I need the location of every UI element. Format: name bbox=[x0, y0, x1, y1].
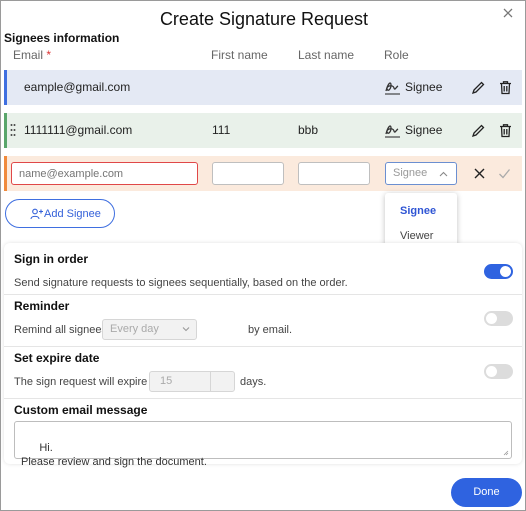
confirm-check-icon[interactable] bbox=[498, 167, 511, 180]
chevron-down-icon bbox=[182, 327, 190, 332]
toggle-knob bbox=[486, 313, 497, 324]
signee-email: eample@gmail.com bbox=[24, 80, 131, 94]
expire-days-stepper[interactable] bbox=[210, 372, 234, 391]
column-header-last-name: Last name bbox=[298, 48, 355, 62]
settings-panel: Sign in order Send signature requests to… bbox=[4, 243, 522, 468]
signee-row[interactable]: eample@gmail.com Signee bbox=[4, 70, 522, 105]
role-option-signee[interactable]: Signee bbox=[385, 197, 457, 225]
sign-in-order-title: Sign in order bbox=[14, 252, 89, 266]
reminder-suffix: by email. bbox=[248, 324, 293, 336]
reminder-toggle[interactable] bbox=[484, 311, 513, 326]
edit-icon[interactable] bbox=[471, 80, 486, 95]
row-accent-bar bbox=[4, 70, 7, 105]
toggle-knob bbox=[486, 366, 497, 377]
signee-email: 1111111@gmail.com bbox=[24, 123, 133, 137]
role-select-value: Signee bbox=[393, 167, 428, 179]
signee-last-name: bbb bbox=[298, 123, 319, 137]
sign-in-order-toggle[interactable] bbox=[484, 264, 513, 279]
row-accent-bar bbox=[4, 113, 7, 148]
custom-message-title: Custom email message bbox=[14, 403, 148, 417]
column-header-email: Email * bbox=[13, 48, 51, 62]
add-signee-button[interactable]: Add Signee bbox=[5, 199, 115, 228]
delete-icon[interactable] bbox=[498, 123, 513, 138]
role-select[interactable]: Signee bbox=[385, 162, 457, 185]
drag-handle-icon[interactable] bbox=[10, 123, 16, 137]
resize-grip-icon[interactable] bbox=[503, 450, 509, 456]
column-header-first-name: First name bbox=[211, 48, 268, 62]
custom-message-body: Hi. Please review and sign the document. bbox=[21, 442, 207, 468]
add-user-icon bbox=[30, 208, 43, 220]
column-header-role: Role bbox=[384, 48, 409, 62]
expire-toggle[interactable] bbox=[484, 364, 513, 379]
reminder-frequency-value: Every day bbox=[110, 323, 159, 335]
custom-message-textarea[interactable]: Hi. Please review and sign the document. bbox=[14, 421, 512, 468]
reminder-frequency-select[interactable]: Every day bbox=[102, 319, 197, 340]
signees-heading: Signees information bbox=[4, 31, 120, 45]
cancel-icon[interactable] bbox=[473, 167, 486, 180]
required-mark: * bbox=[46, 48, 52, 62]
add-signee-label: Add Signee bbox=[44, 208, 101, 220]
email-input[interactable] bbox=[11, 162, 198, 185]
signature-icon bbox=[385, 125, 400, 138]
expire-days-value: 15 bbox=[160, 375, 173, 387]
expire-suffix: days. bbox=[240, 376, 267, 388]
signee-role: Signee bbox=[405, 123, 443, 137]
close-icon[interactable] bbox=[501, 6, 515, 20]
signee-row[interactable]: 1111111@gmail.com 111 bbb Signee bbox=[4, 113, 522, 148]
new-signee-row: Signee bbox=[4, 156, 522, 191]
last-name-input[interactable] bbox=[298, 162, 370, 185]
toggle-knob bbox=[500, 266, 511, 277]
sign-in-order-description: Send signature requests to signees seque… bbox=[14, 277, 348, 289]
delete-icon[interactable] bbox=[498, 80, 513, 95]
reminder-title: Reminder bbox=[14, 299, 70, 313]
signature-icon bbox=[385, 82, 400, 95]
first-name-input[interactable] bbox=[212, 162, 284, 185]
signature-request-dialog: Create Signature Request Signees informa… bbox=[0, 0, 526, 511]
chevron-up-icon bbox=[439, 171, 448, 177]
reminder-prefix: Remind all signees bbox=[14, 324, 107, 336]
expire-section: Set expire date The sign request will ex… bbox=[4, 347, 522, 399]
expire-days-input[interactable]: 15 bbox=[149, 371, 235, 392]
sign-in-order-section: Sign in order Send signature requests to… bbox=[4, 243, 522, 295]
signee-role: Signee bbox=[405, 80, 443, 94]
row-accent-bar bbox=[4, 156, 7, 191]
done-button[interactable]: Done bbox=[451, 478, 522, 507]
expire-title: Set expire date bbox=[14, 351, 100, 365]
edit-icon[interactable] bbox=[471, 123, 486, 138]
reminder-section: Reminder Remind all signees Every day by… bbox=[4, 295, 522, 347]
dialog-title: Create Signature Request bbox=[159, 9, 369, 29]
signee-first-name: 111 bbox=[212, 123, 231, 137]
column-email-label: Email bbox=[13, 48, 44, 62]
expire-prefix: The sign request will expire in bbox=[14, 376, 159, 388]
